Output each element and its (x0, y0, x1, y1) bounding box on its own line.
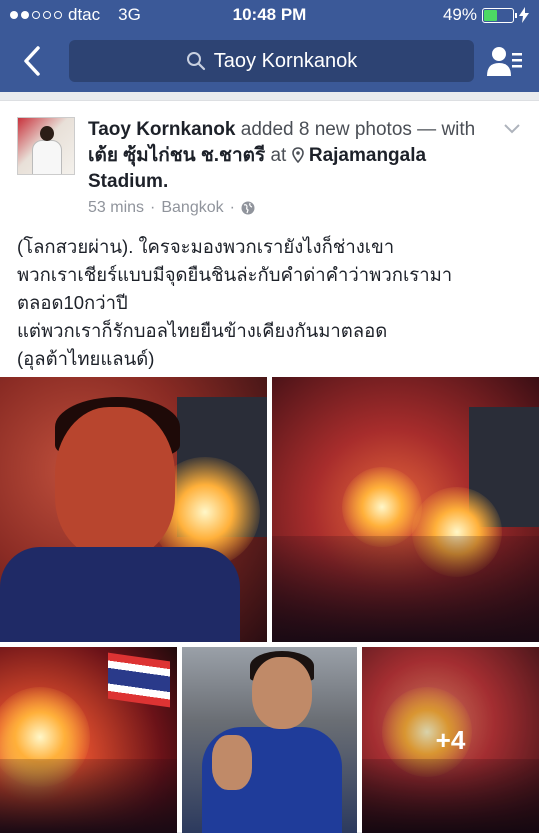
photo-1[interactable] (0, 377, 267, 642)
globe-icon (241, 201, 255, 215)
post-action-text: added 8 new photos — with (235, 119, 476, 140)
photo-4[interactable] (182, 647, 357, 833)
battery-icon (482, 7, 517, 23)
meta-separator: · (150, 199, 156, 216)
chevron-down-icon[interactable] (503, 123, 521, 135)
tagged-person[interactable]: เต้ย ซุ้มไก่ชน ช.ชาตรี (88, 145, 265, 166)
post-meta: 53 mins · Bangkok · (88, 199, 255, 217)
avatar[interactable] (17, 117, 75, 175)
photo-3[interactable] (0, 647, 177, 833)
search-icon (186, 52, 205, 71)
at-text: at (265, 145, 292, 166)
meta-separator: · (229, 199, 235, 216)
more-photos-count[interactable]: +4 (362, 647, 539, 833)
author-name[interactable]: Taoy Kornkanok (88, 119, 235, 140)
post-place[interactable]: Bangkok (161, 199, 223, 217)
friend-list-icon[interactable] (487, 44, 523, 78)
search-input[interactable]: Taoy Kornkanok (69, 40, 474, 82)
post-time[interactable]: 53 mins (88, 199, 144, 217)
top-bar: dtac 3G 10:48 PM 49% Taoy Kornkanok (0, 0, 539, 92)
status-bar: dtac 3G 10:48 PM 49% (0, 0, 539, 30)
post-card: Taoy Kornkanok added 8 new photos — with… (0, 100, 539, 833)
back-chevron-icon[interactable] (18, 44, 48, 78)
photo-5[interactable]: +4 (362, 647, 539, 833)
post-text: (โลกสวยผ่าน). ใครจะมองพวกเรายังไงก็ช่างเ… (17, 236, 453, 369)
post-headline: Taoy Kornkanok added 8 new photos — with… (88, 117, 488, 195)
location-pin-icon (291, 147, 304, 164)
photo-2[interactable] (272, 377, 539, 642)
search-query: Taoy Kornkanok (213, 49, 358, 72)
battery-percent: 49% (442, 5, 477, 24)
charging-bolt-icon (519, 7, 529, 23)
